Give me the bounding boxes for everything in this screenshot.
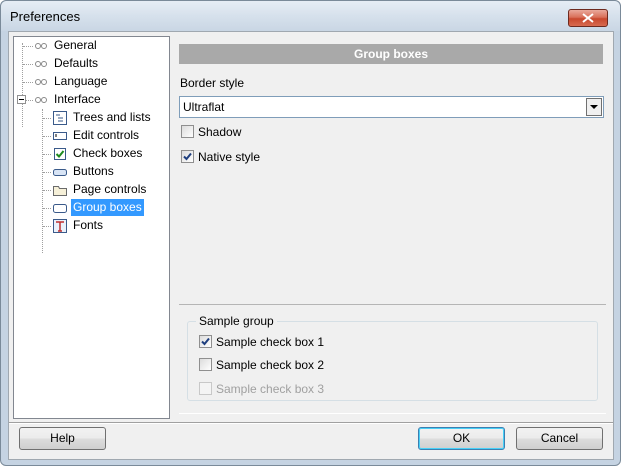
sample-checkbox-2-box[interactable] [199, 358, 212, 371]
chevron-down-icon [590, 105, 598, 109]
collapse-icon[interactable] [17, 95, 26, 104]
tree-item-label: Edit controls [73, 128, 140, 142]
sample-checkbox-1-box[interactable] [199, 335, 212, 348]
dropdown-button[interactable] [586, 98, 602, 116]
font-icon [53, 219, 67, 233]
tree-item-page-controls[interactable]: Page controls [14, 181, 169, 199]
sample-checkbox-3-box [199, 382, 212, 395]
folder-tab-icon [53, 186, 67, 196]
edit-box-icon [53, 132, 67, 140]
tree-item-trees-and-lists[interactable]: Trees and lists [14, 109, 169, 127]
cancel-button[interactable]: Cancel [516, 427, 603, 450]
border-style-value: Ultraflat [183, 100, 225, 114]
button-bar-separator [9, 422, 613, 424]
tree-item-interface[interactable]: Interface [14, 91, 169, 109]
tree-item-label: Page controls [73, 182, 147, 196]
sample-area: Sample group Sample check box 1 Sample c… [179, 304, 606, 414]
shadow-checkbox-label: Shadow [198, 125, 242, 139]
dialog-client-area: General Defaults Language Interface Tree… [8, 31, 614, 460]
tree-item-buttons[interactable]: Buttons [14, 163, 169, 181]
checkmark-icon [183, 152, 192, 161]
tree-item-label: Check boxes [73, 146, 143, 160]
tree-item-group-boxes[interactable]: Group boxes [14, 199, 169, 217]
tree-item-label: Fonts [73, 218, 104, 232]
border-style-label: Border style [180, 76, 245, 90]
settings-panel: Group boxes Border style Ultraflat Shado… [179, 36, 607, 419]
sample-checkbox-3-label: Sample check box 3 [216, 382, 325, 396]
checkmark-icon [201, 337, 210, 346]
help-button[interactable]: Help [19, 427, 106, 450]
title-bar[interactable]: Preferences [1, 1, 620, 31]
sample-group-title: Sample group [196, 314, 277, 328]
tree-item-general[interactable]: General [14, 37, 169, 55]
native-style-checkbox-box[interactable] [181, 150, 194, 163]
tree-item-label: General [54, 38, 97, 52]
gear-icon [35, 43, 47, 49]
tree-item-label: Trees and lists [73, 110, 151, 124]
tree-list-icon [53, 111, 67, 125]
window-title: Preferences [10, 9, 81, 24]
preferences-window: Preferences General Defaults Language In… [0, 0, 621, 466]
tree-item-edit-controls[interactable]: Edit controls [14, 127, 169, 145]
sample-checkbox-1-label: Sample check box 1 [216, 335, 325, 349]
gear-icon [35, 61, 47, 67]
tree-item-fonts[interactable]: Fonts [14, 217, 169, 235]
button-icon [53, 169, 67, 176]
tree-item-label: Interface [54, 92, 101, 106]
shadow-checkbox-box[interactable] [181, 125, 194, 138]
native-style-checkbox-label: Native style [198, 150, 261, 164]
border-style-select[interactable]: Ultraflat [179, 96, 604, 118]
ok-button[interactable]: OK [418, 427, 505, 450]
category-tree[interactable]: General Defaults Language Interface Tree… [13, 36, 170, 419]
close-icon [582, 13, 594, 23]
tree-item-label: Buttons [73, 164, 114, 178]
tree-item-label: Language [54, 74, 108, 88]
gear-icon [35, 97, 47, 103]
gear-icon [35, 79, 47, 85]
sample-group-box: Sample group Sample check box 1 Sample c… [187, 314, 598, 401]
close-button[interactable] [568, 9, 608, 27]
tree-item-label: Group boxes [71, 199, 144, 216]
tree-item-language[interactable]: Language [14, 73, 169, 91]
checkbox-icon [54, 148, 66, 160]
group-box-icon [53, 204, 67, 213]
section-header: Group boxes [179, 44, 603, 64]
tree-item-defaults[interactable]: Defaults [14, 55, 169, 73]
sample-checkbox-2-label: Sample check box 2 [216, 358, 325, 372]
tree-item-check-boxes[interactable]: Check boxes [14, 145, 169, 163]
tree-item-label: Defaults [54, 56, 99, 70]
